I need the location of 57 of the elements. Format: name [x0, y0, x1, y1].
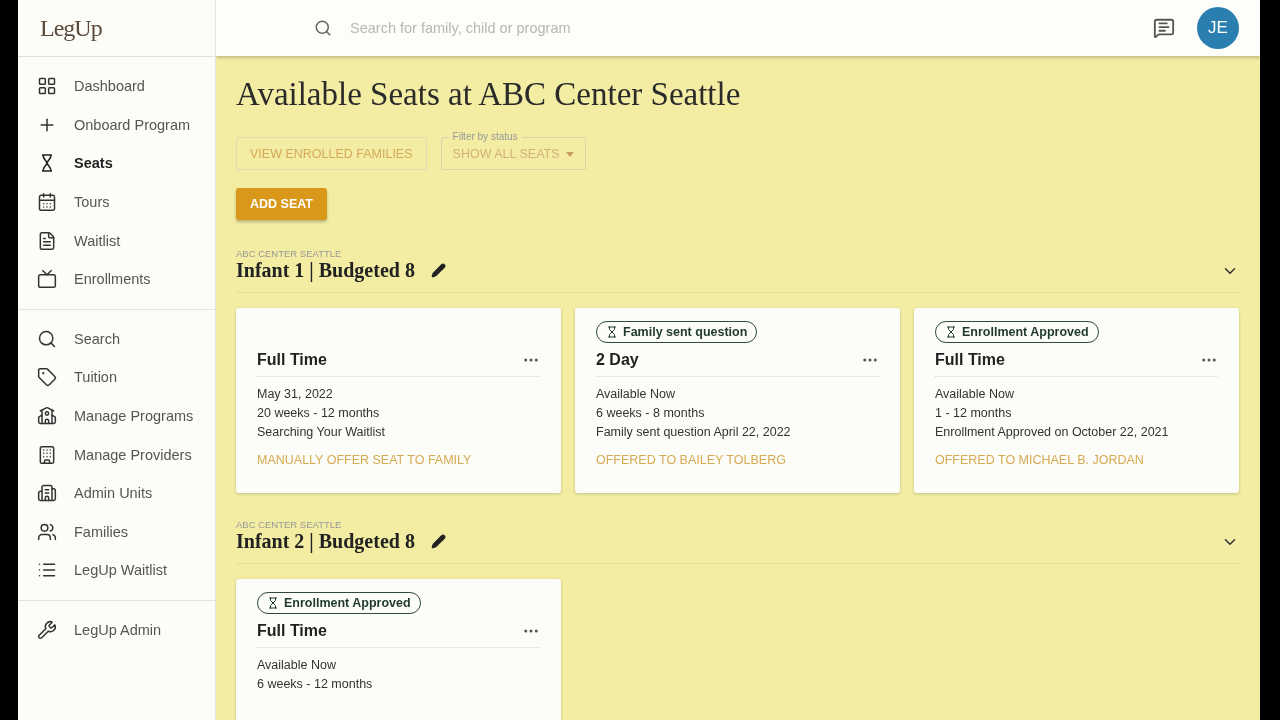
sidebar-item[interactable]: Search	[18, 319, 215, 359]
sidebar-item[interactable]: Manage Providers	[18, 435, 215, 474]
section-title: Infant 2 | Budgeted 8	[236, 530, 415, 553]
avatar[interactable]: JE	[1197, 7, 1239, 49]
caret-icon	[565, 151, 574, 157]
sidebar-item[interactable]: Dashboard	[18, 67, 215, 106]
search-icon	[314, 19, 332, 37]
seat-detail: Enrollment Approved on October 22, 2021	[935, 425, 1170, 439]
sidebar-item[interactable]: Admin Units	[18, 473, 215, 513]
sidebar-item[interactable]: LegUp Waitlist	[18, 551, 215, 590]
section-title: Infant 1 | Budgeted 8	[236, 259, 415, 282]
sidebar-item[interactable]: Tours	[18, 182, 215, 222]
seat-detail: Family sent question April 22, 2022	[596, 425, 792, 439]
wrench-icon	[37, 620, 57, 640]
hourglass-icon	[606, 326, 618, 338]
edit-icon[interactable]	[430, 534, 446, 549]
people-icon	[37, 521, 57, 542]
sidebar-item[interactable]: Waitlist	[18, 221, 215, 260]
document-icon	[37, 230, 57, 251]
chat-icon[interactable]	[1153, 17, 1175, 39]
sidebar-item[interactable]: LegUp Admin	[18, 610, 215, 650]
seat-detail: 20 weeks - 12 months	[257, 406, 381, 420]
sidebar-item[interactable]: Enrollments	[18, 259, 215, 299]
dashboard-icon	[37, 76, 57, 97]
sidebar-item[interactable]: Seats	[18, 144, 215, 183]
seat-detail: 6 weeks - 8 months	[596, 406, 706, 420]
seat-detail: Available Now	[257, 658, 337, 672]
search-icon	[37, 328, 57, 349]
sidebar-item[interactable]: Onboard Program	[18, 105, 215, 145]
seat-type: Full Time	[935, 351, 1005, 369]
sidebar-item[interactable]: Families	[18, 512, 215, 552]
seat-detail: Available Now	[596, 387, 676, 401]
tag-icon	[37, 367, 57, 388]
logo[interactable]: LegUp	[40, 14, 102, 42]
school-icon	[37, 406, 57, 427]
seat-detail: 1 - 12 months	[935, 406, 1013, 420]
hourglass-icon	[945, 326, 957, 338]
calendar-icon	[37, 192, 57, 213]
page-title: Available Seats at ABC Center Seattle	[236, 76, 742, 113]
sidebar-item[interactable]: Tuition	[18, 358, 215, 397]
building-icon	[37, 444, 57, 465]
seat-detail: Searching Your Waitlist	[257, 425, 387, 439]
hourglass-icon	[267, 597, 279, 609]
center-label: ABC CENTER SEATTLE	[236, 519, 343, 530]
seat-type: Full Time	[257, 622, 327, 640]
search-field[interactable]: Search for family, child or program	[348, 19, 712, 37]
seat-detail: Available Now	[935, 387, 1015, 401]
office-building-icon	[37, 483, 57, 504]
seat-detail: May 31, 2022	[257, 387, 334, 401]
sidebar-item[interactable]: Manage Programs	[18, 396, 215, 436]
filter-label: Filter by status	[448, 130, 522, 143]
center-label: ABC CENTER SEATTLE	[236, 248, 343, 259]
seat-type: 2 Day	[596, 351, 639, 369]
edit-icon[interactable]	[430, 263, 446, 278]
seat-type: Full Time	[257, 351, 327, 369]
video-icon	[37, 269, 57, 290]
seat-detail: 6 weeks - 12 months	[257, 677, 374, 691]
